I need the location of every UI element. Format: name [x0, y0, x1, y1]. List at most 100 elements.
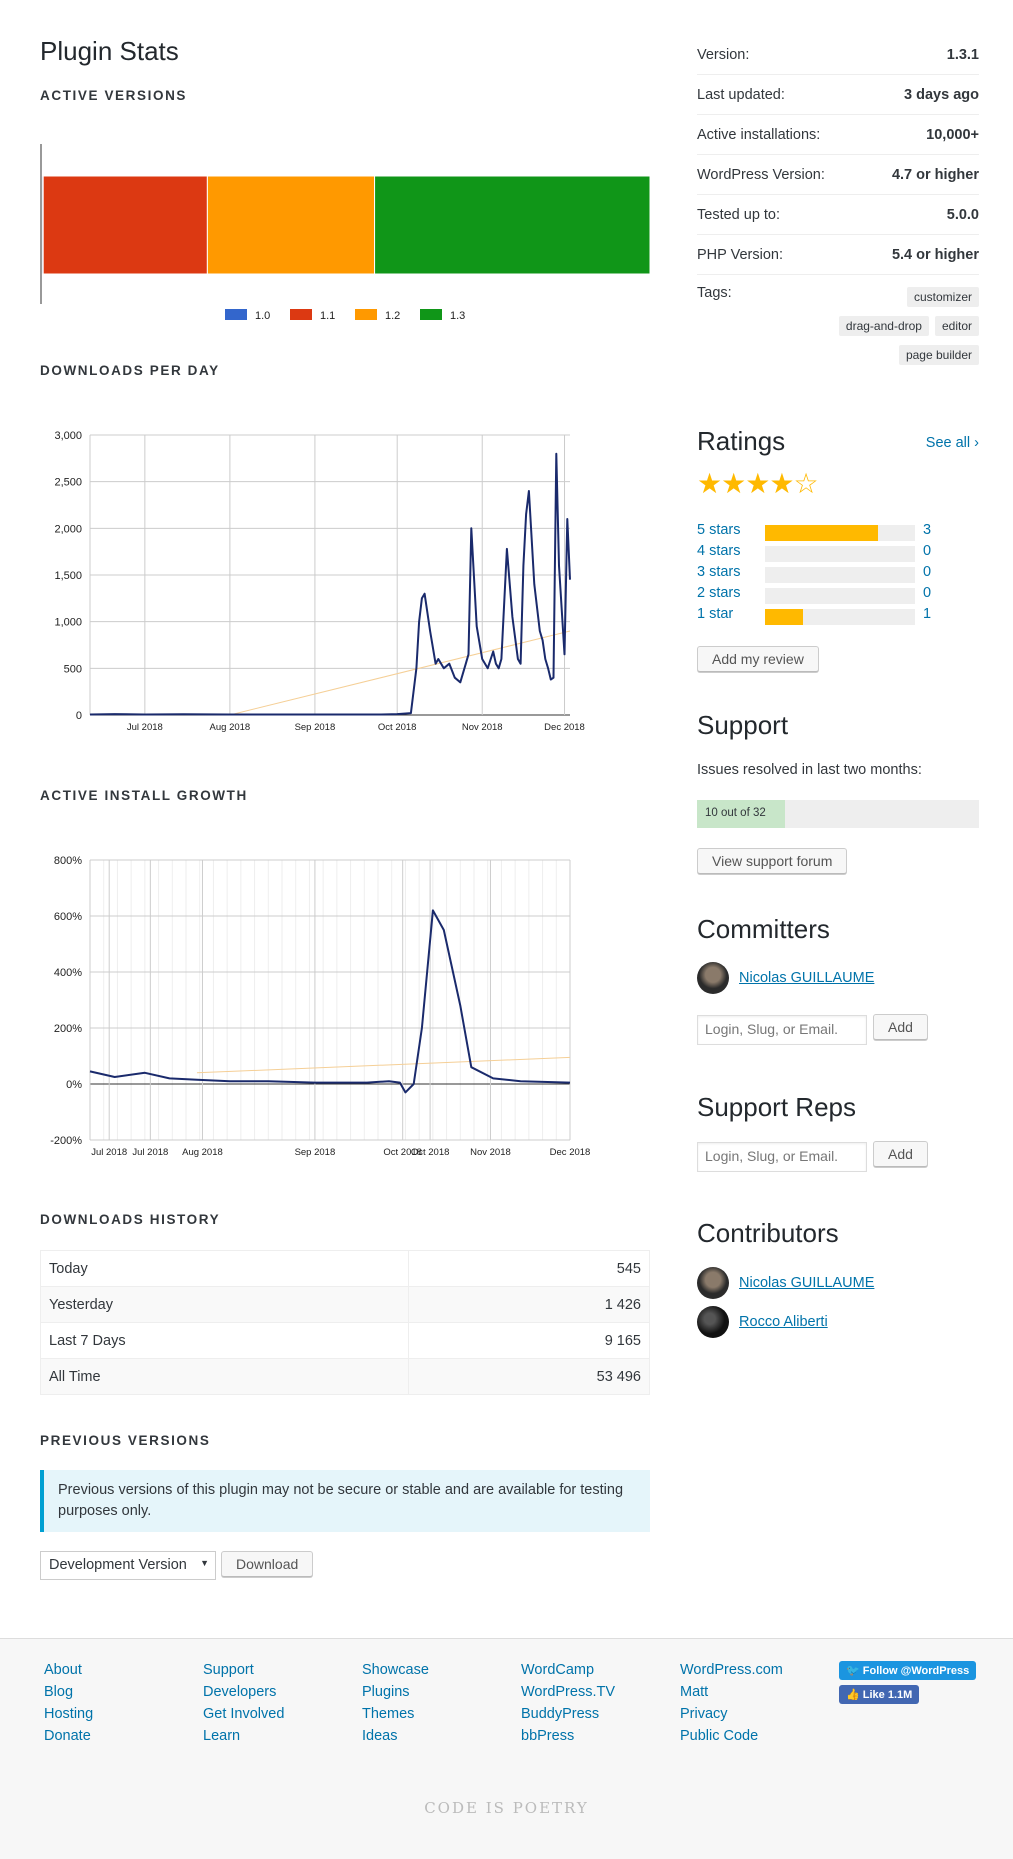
- meta-row-php: PHP Version: 5.4 or higher: [697, 235, 979, 275]
- rating-bar-fill: [765, 609, 803, 625]
- meta-label: Tested up to:: [697, 206, 781, 223]
- footer-link[interactable]: Get Involved: [203, 1703, 284, 1725]
- footer-link[interactable]: Hosting: [44, 1703, 93, 1725]
- rating-label[interactable]: 1 star: [697, 606, 733, 622]
- tag-link[interactable]: editor: [934, 316, 979, 336]
- footer-link[interactable]: WordPress.TV: [521, 1681, 615, 1703]
- support-heading: Support: [697, 710, 789, 740]
- rating-row[interactable]: 5 stars 3: [697, 522, 979, 543]
- y-tick-label: 2,500: [54, 477, 82, 489]
- star-filled-icon: ★: [721, 468, 746, 499]
- footer-link[interactable]: bbPress: [521, 1725, 615, 1747]
- footer-link[interactable]: Donate: [44, 1725, 93, 1747]
- y-tick-label: 600%: [54, 911, 82, 923]
- facebook-like-button[interactable]: 👍 Like 1.1M: [839, 1685, 920, 1704]
- footer-link[interactable]: Plugins: [362, 1681, 429, 1703]
- star-filled-icon: ★: [745, 468, 770, 499]
- issues-label: Issues resolved in last two months:: [697, 762, 922, 778]
- series-line: [89, 909, 571, 1094]
- x-tick-label: Nov 2018: [462, 722, 503, 733]
- support-rep-input[interactable]: Login, Slug, or Email.: [697, 1142, 867, 1172]
- tag-link[interactable]: page builder: [898, 345, 979, 365]
- meta-value: 10,000+: [926, 126, 979, 143]
- rating-row[interactable]: 3 stars 0: [697, 564, 979, 585]
- y-tick-label: 500: [64, 663, 82, 675]
- footer-link[interactable]: BuddyPress: [521, 1703, 615, 1725]
- footer-column: About Blog Hosting Donate: [44, 1659, 93, 1747]
- previous-versions-notice: Previous versions of this plugin may not…: [40, 1470, 650, 1532]
- footer-link[interactable]: Ideas: [362, 1725, 429, 1747]
- see-all-ratings-link[interactable]: See all ›: [926, 435, 979, 451]
- footer-link[interactable]: Privacy: [680, 1703, 783, 1725]
- bar-segment-1.3: [374, 175, 650, 275]
- resolved-progress-bar: 10 out of 32: [697, 800, 979, 828]
- facebook-label: Like 1.1M: [862, 1689, 913, 1701]
- contributor-link[interactable]: Rocco Aliberti: [739, 1314, 828, 1330]
- row-value: 545: [407, 1250, 651, 1287]
- active-versions-chart: 1.0 1.1 1.2 1.3: [40, 144, 650, 322]
- rating-count[interactable]: 0: [923, 585, 931, 601]
- meta-label: Active installations:: [697, 126, 821, 143]
- twitter-follow-button[interactable]: 🐦 Follow @WordPress: [839, 1661, 977, 1680]
- x-tick-label: Aug 2018: [182, 1147, 223, 1158]
- footer-link[interactable]: WordCamp: [521, 1659, 615, 1681]
- rating-row[interactable]: 4 stars 0: [697, 543, 979, 564]
- add-committer-button[interactable]: Add: [873, 1014, 928, 1040]
- rating-label[interactable]: 4 stars: [697, 543, 741, 559]
- rating-count[interactable]: 1: [923, 606, 931, 622]
- star-filled-icon: ★: [697, 468, 722, 499]
- legend-label: 1.3: [450, 310, 465, 322]
- x-tick-label: Jul 2018: [91, 1147, 127, 1158]
- row-label: All Time: [40, 1358, 409, 1395]
- footer-link[interactable]: Themes: [362, 1703, 429, 1725]
- footer-link[interactable]: Developers: [203, 1681, 284, 1703]
- rating-count[interactable]: 0: [923, 564, 931, 580]
- rating-label[interactable]: 5 stars: [697, 522, 741, 538]
- tag-link[interactable]: drag-and-drop: [838, 316, 929, 336]
- version-select[interactable]: Development Version ▼: [40, 1551, 216, 1580]
- rating-bar: [765, 546, 915, 562]
- footer-link[interactable]: Support: [203, 1659, 284, 1681]
- meta-label: Tags:: [697, 285, 732, 301]
- ratings-heading: Ratings: [697, 426, 786, 456]
- legend-label: 1.2: [385, 310, 400, 322]
- avatar: [697, 1306, 729, 1338]
- table-row: Last 7 Days 9 165: [40, 1322, 651, 1359]
- previous-versions-heading: PREVIOUS VERSIONS: [40, 1433, 211, 1448]
- rating-row[interactable]: 2 stars 0: [697, 585, 979, 606]
- meta-row-tested: Tested up to: 5.0.0: [697, 195, 979, 235]
- committer-input[interactable]: Login, Slug, or Email.: [697, 1015, 867, 1045]
- contributor-item: Nicolas GUILLAUME: [697, 1267, 874, 1299]
- add-support-rep-button[interactable]: Add: [873, 1141, 928, 1167]
- downloads-history-table: Today 545 Yesterday 1 426 Last 7 Days 9 165…: [40, 1250, 651, 1395]
- y-tick-label: -200%: [50, 1135, 82, 1147]
- x-tick-label: Sep 2018: [295, 1147, 336, 1158]
- rating-count[interactable]: 3: [923, 522, 931, 538]
- x-tick-label: Sep 2018: [295, 722, 336, 733]
- footer-link[interactable]: Learn: [203, 1725, 284, 1747]
- footer-link[interactable]: About: [44, 1659, 93, 1681]
- footer-link[interactable]: Showcase: [362, 1659, 429, 1681]
- footer-link[interactable]: Matt: [680, 1681, 783, 1703]
- rating-row[interactable]: 1 star 1: [697, 606, 979, 627]
- meta-label: WordPress Version:: [697, 166, 825, 183]
- meta-value: 1.3.1: [946, 46, 979, 63]
- footer-link[interactable]: Blog: [44, 1681, 93, 1703]
- committer-link[interactable]: Nicolas GUILLAUME: [739, 970, 874, 986]
- twitter-label: Follow @WordPress: [862, 1665, 970, 1677]
- footer-link[interactable]: WordPress.com: [680, 1659, 783, 1681]
- row-label: Today: [40, 1250, 409, 1287]
- legend-label: 1.0: [255, 310, 270, 322]
- footer-link[interactable]: Public Code: [680, 1725, 783, 1747]
- x-tick-label: Jul 2018: [132, 1147, 168, 1158]
- rating-count[interactable]: 0: [923, 543, 931, 559]
- view-support-forum-button[interactable]: View support forum: [697, 848, 848, 874]
- tag-link[interactable]: customizer: [906, 287, 979, 307]
- rating-label[interactable]: 2 stars: [697, 585, 741, 601]
- download-button[interactable]: Download: [221, 1551, 314, 1577]
- legend-label: 1.1: [320, 310, 335, 322]
- contributor-link[interactable]: Nicolas GUILLAUME: [739, 1275, 874, 1291]
- add-review-button[interactable]: Add my review: [697, 646, 819, 672]
- rating-label[interactable]: 3 stars: [697, 564, 741, 580]
- rating-bar: [765, 567, 915, 583]
